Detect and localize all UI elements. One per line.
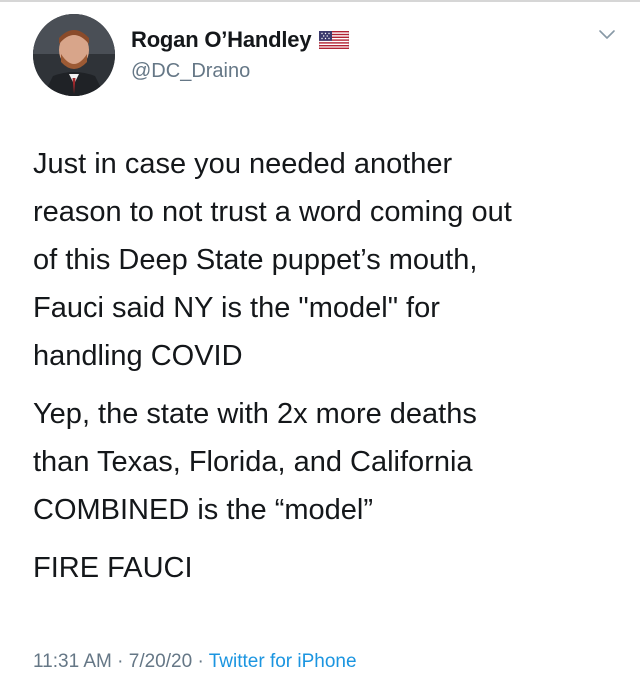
avatar[interactable] [33, 14, 115, 96]
tweet-time[interactable]: 11:31 AM [33, 651, 112, 672]
meta-separator: · [111, 651, 129, 672]
tweet-header: Rogan O’Handley @DC_Draino [131, 26, 350, 83]
tweet-paragraph: Yep, the state with 2x more deaths than … [33, 398, 477, 526]
us-flag-icon [319, 30, 350, 50]
user-handle[interactable]: @DC_Draino [131, 60, 349, 83]
tweet-text: Just in case you needed another reason t… [33, 140, 623, 602]
meta-separator: · [192, 651, 209, 672]
tweet-date[interactable]: 7/20/20 [129, 651, 192, 672]
tweet-paragraph: FIRE FAUCI [33, 552, 193, 584]
name-row: Rogan O’Handley [131, 26, 350, 54]
tweet-card: Rogan O’Handley @DC_Draino Just in case … [0, 0, 640, 673]
chevron-down-icon[interactable] [598, 28, 616, 40]
tweet-source-link[interactable]: Twitter for iPhone [209, 651, 357, 672]
tweet-meta: 11:31 AM · 7/20/20 · Twitter for iPhone [33, 651, 357, 673]
display-name[interactable]: Rogan O’Handley [131, 27, 312, 53]
tweet-paragraph: Just in case you needed another reason t… [33, 148, 512, 372]
avatar-image [33, 14, 115, 96]
